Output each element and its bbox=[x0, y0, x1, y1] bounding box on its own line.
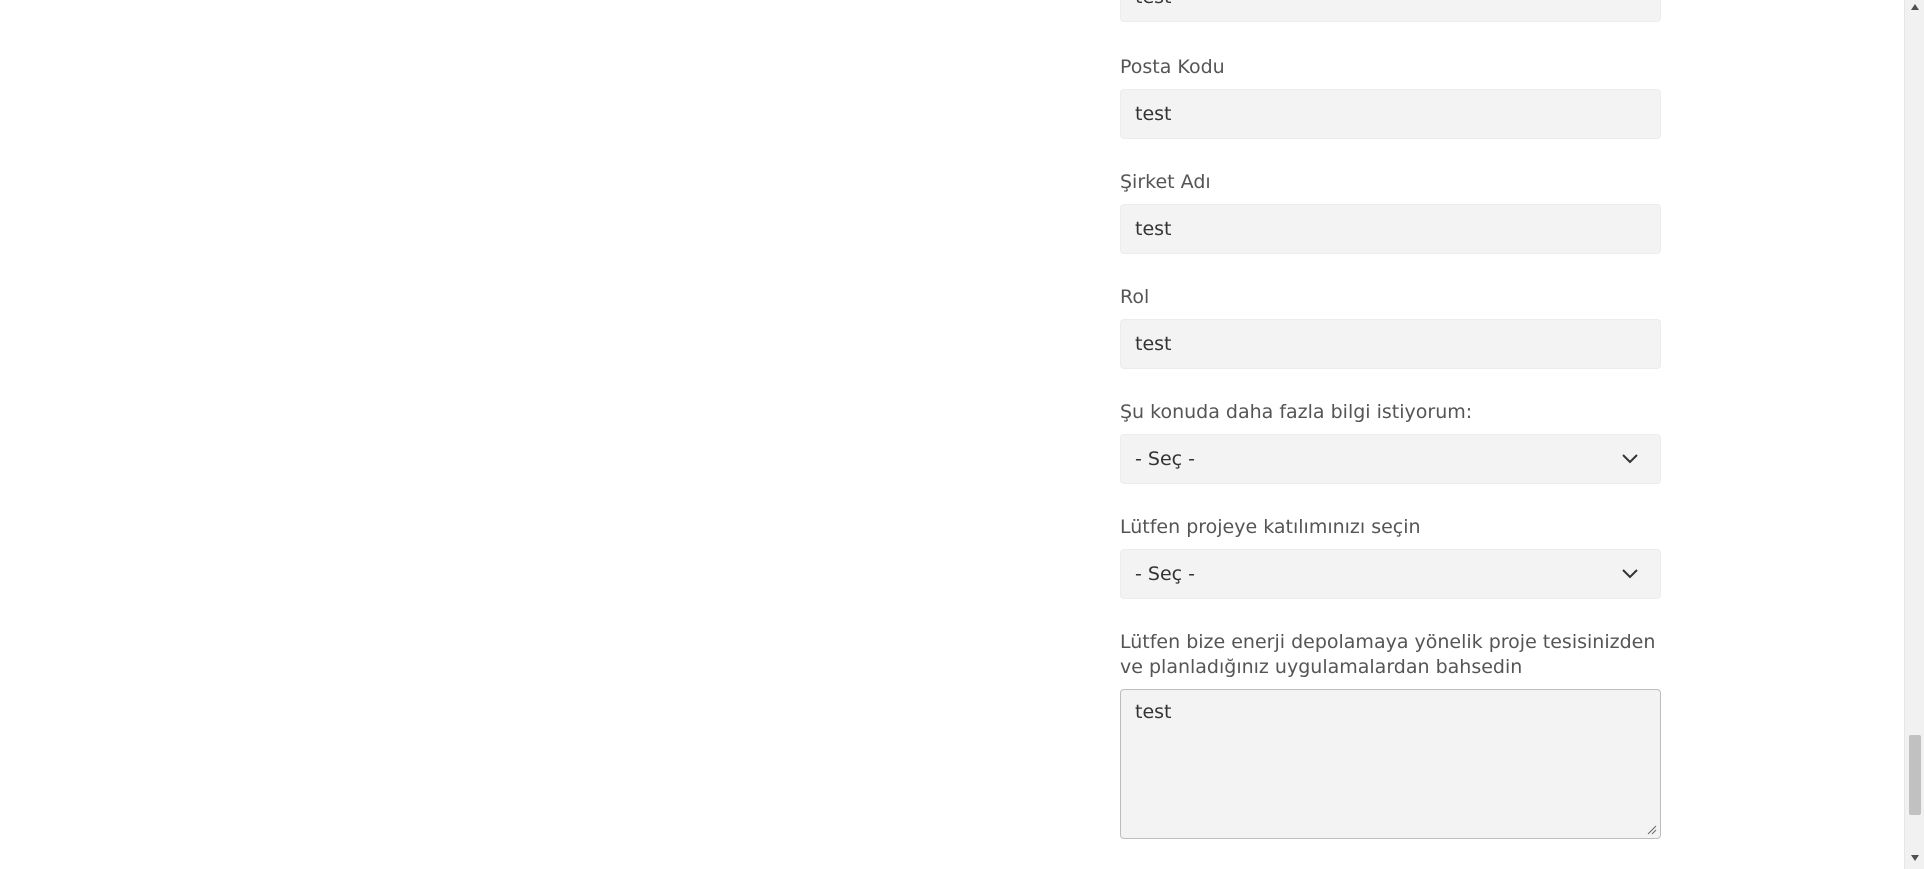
scrollbar-thumb[interactable] bbox=[1909, 735, 1921, 815]
project-description-value: test bbox=[1135, 701, 1172, 723]
project-description-textarea[interactable]: test bbox=[1120, 689, 1661, 839]
project-description-label-line2: ve planladığınız uygulamalardan bahsedin bbox=[1120, 656, 1523, 678]
postal-code-label: Posta Kodu bbox=[1120, 56, 1225, 78]
project-involvement-selected-value: - Seç - bbox=[1135, 563, 1195, 585]
project-involvement-select[interactable]: - Seç - bbox=[1120, 549, 1661, 599]
postal-code-field: Posta Kodu bbox=[1120, 55, 1661, 80]
scroll-down-arrow-icon[interactable] bbox=[1910, 854, 1920, 862]
role-input[interactable]: test bbox=[1120, 319, 1661, 369]
interest-selected-value: - Seç - bbox=[1135, 448, 1195, 470]
project-involvement-label: Lütfen projeye katılımınızı seçin bbox=[1120, 516, 1421, 538]
company-name-field: Şirket Adı bbox=[1120, 170, 1661, 195]
project-involvement-field: Lütfen projeye katılımınızı seçin bbox=[1120, 515, 1661, 540]
chevron-down-icon bbox=[1622, 454, 1638, 464]
scroll-up-arrow-icon[interactable] bbox=[1910, 3, 1920, 11]
partial-text-input-value: test bbox=[1135, 0, 1172, 8]
postal-code-input[interactable]: test bbox=[1120, 89, 1661, 139]
interest-select[interactable]: - Seç - bbox=[1120, 434, 1661, 484]
company-name-value: test bbox=[1135, 218, 1172, 240]
postal-code-value: test bbox=[1135, 103, 1172, 125]
project-description-field: Lütfen bize enerji depolamaya yönelik pr… bbox=[1120, 630, 1661, 680]
role-field: Rol bbox=[1120, 285, 1661, 310]
vertical-scrollbar[interactable] bbox=[1904, 0, 1924, 869]
role-label: Rol bbox=[1120, 286, 1150, 308]
role-value: test bbox=[1135, 333, 1172, 355]
company-name-label: Şirket Adı bbox=[1120, 171, 1211, 193]
partial-text-input[interactable]: test bbox=[1120, 0, 1661, 22]
interest-label: Şu konuda daha fazla bilgi istiyorum: bbox=[1120, 401, 1473, 423]
resize-grip-icon[interactable] bbox=[1647, 825, 1657, 835]
project-description-label-line1: Lütfen bize enerji depolamaya yönelik pr… bbox=[1120, 631, 1656, 653]
interest-field: Şu konuda daha fazla bilgi istiyorum: bbox=[1120, 400, 1661, 425]
chevron-down-icon bbox=[1622, 569, 1638, 579]
company-name-input[interactable]: test bbox=[1120, 204, 1661, 254]
page: test Posta Kodu test Şirket Adı test Rol… bbox=[0, 0, 1924, 869]
